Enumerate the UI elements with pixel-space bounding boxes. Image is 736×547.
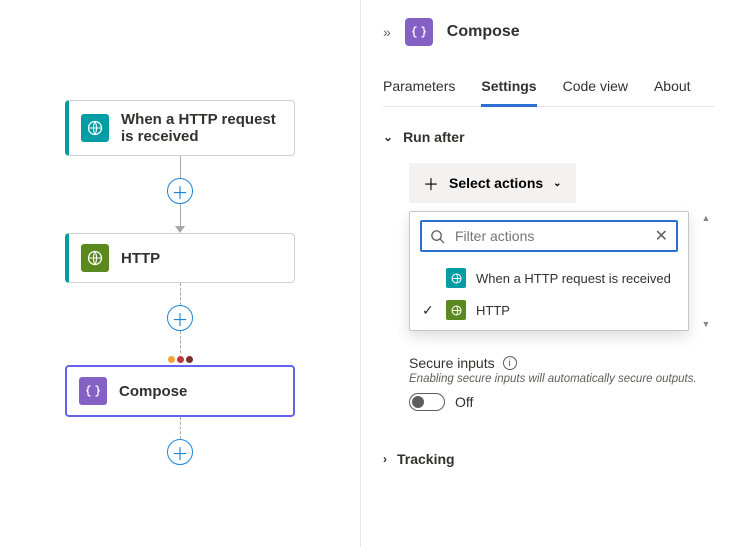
search-icon <box>430 229 445 244</box>
panel-title: Compose <box>447 23 520 41</box>
filter-actions-field[interactable]: ✕ <box>420 220 678 252</box>
option-trigger[interactable]: When a HTTP request is received <box>420 262 678 294</box>
check-icon: ✓ <box>422 302 436 319</box>
actions-dropdown: ✕ When a HTTP request is received ✓ HTTP <box>409 211 689 331</box>
node-http[interactable]: HTTP <box>65 233 295 283</box>
code-braces-icon <box>405 18 433 46</box>
secure-inputs-label: Secure inputs <box>409 355 495 371</box>
chevron-right-icon: › <box>383 452 387 466</box>
add-action-button[interactable]: ＋ <box>167 305 193 331</box>
workflow-canvas: When a HTTP request is received ＋ HTTP ＋… <box>0 0 360 547</box>
node-label: Compose <box>119 383 187 400</box>
section-heading: Run after <box>403 129 464 145</box>
section-tracking[interactable]: › Tracking <box>383 451 714 467</box>
info-icon[interactable]: i <box>503 356 517 370</box>
tab-parameters[interactable]: Parameters <box>383 72 455 106</box>
option-http[interactable]: ✓ HTTP <box>420 294 678 326</box>
settings-panel: » Compose Parameters Settings Code view … <box>360 0 736 547</box>
node-label: When a HTTP request is received <box>121 111 282 145</box>
node-compose[interactable]: Compose <box>65 365 295 417</box>
tab-code-view[interactable]: Code view <box>563 72 628 106</box>
chevron-down-icon: ⌄ <box>383 130 393 144</box>
globe-icon <box>446 300 466 320</box>
edge: ＋ <box>0 417 360 465</box>
dropdown-scrollbar[interactable]: ▲▼ <box>697 211 715 331</box>
toggle-state-label: Off <box>455 394 473 410</box>
globe-icon <box>81 244 109 272</box>
code-braces-icon <box>79 377 107 405</box>
globe-icon <box>446 268 466 288</box>
clear-icon[interactable]: ✕ <box>655 226 668 246</box>
secure-inputs-toggle[interactable] <box>409 393 445 411</box>
node-label: HTTP <box>121 250 160 267</box>
add-action-button[interactable]: ＋ <box>167 439 193 465</box>
globe-icon <box>81 114 109 142</box>
node-trigger[interactable]: When a HTTP request is received <box>65 100 295 156</box>
option-label: When a HTTP request is received <box>476 271 671 286</box>
collapse-panel-icon[interactable]: » <box>383 24 391 40</box>
tab-about[interactable]: About <box>654 72 691 106</box>
chevron-down-icon: ⌄ <box>553 178 561 189</box>
add-action-button[interactable]: ＋ <box>167 178 193 204</box>
secure-inputs-hint: Enabling secure inputs will automaticall… <box>409 373 714 385</box>
option-label: HTTP <box>476 303 510 318</box>
button-label: Select actions <box>449 175 543 191</box>
plus-icon: ＋ <box>423 171 439 195</box>
edge: ＋ <box>0 283 360 365</box>
section-heading: Tracking <box>397 451 455 467</box>
select-actions-button[interactable]: ＋ Select actions ⌄ <box>409 163 576 203</box>
panel-header: » Compose <box>383 18 714 46</box>
section-run-after[interactable]: ⌄ Run after <box>383 129 714 145</box>
filter-actions-input[interactable] <box>453 227 647 245</box>
edge: ＋ <box>0 156 360 233</box>
panel-tabs: Parameters Settings Code view About <box>383 72 714 107</box>
run-after-status-dots <box>168 356 193 363</box>
tab-settings[interactable]: Settings <box>481 72 536 107</box>
